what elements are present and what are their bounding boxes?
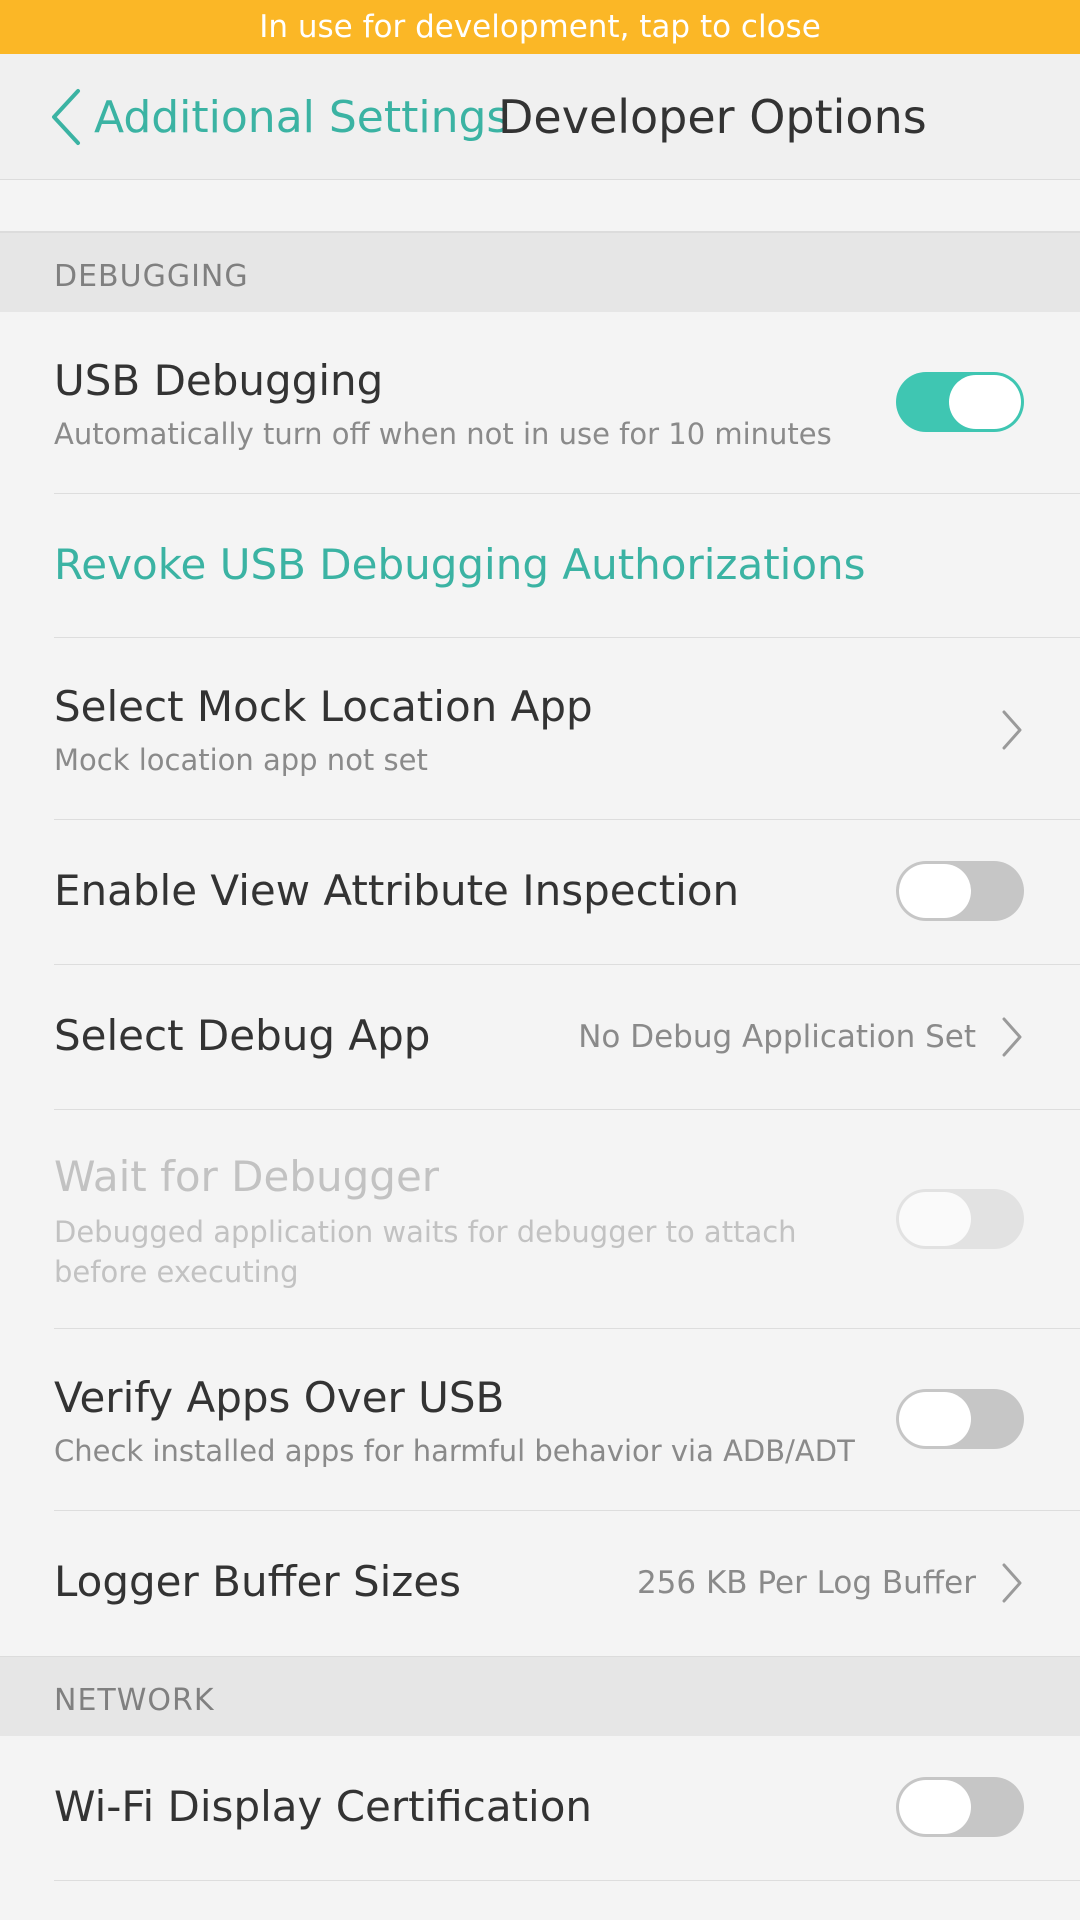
verify-apps-title: Verify Apps Over USB <box>54 1373 505 1422</box>
mock-location-title: Select Mock Location App <box>54 682 593 731</box>
chevron-left-icon <box>52 89 80 145</box>
section-header-debugging: DEBUGGING <box>0 232 1080 312</box>
chevron-right-icon <box>1002 1017 1022 1057</box>
wifi-display-title: Wi-Fi Display Certification <box>54 1782 593 1831</box>
wifi-display-toggle[interactable] <box>896 1777 1024 1837</box>
logger-buffer-value: 256 KB Per Log Buffer <box>636 1565 976 1601</box>
usb-debugging-toggle[interactable] <box>896 372 1024 432</box>
page-title: Developer Options <box>498 90 927 144</box>
back-button[interactable]: Additional Settings <box>48 84 509 150</box>
view-attribute-toggle[interactable] <box>896 861 1024 921</box>
row-enable-view-attribute-inspection[interactable]: Enable View Attribute Inspection <box>0 820 1080 965</box>
toggle-knob <box>949 375 1021 429</box>
verify-apps-subtitle: Check installed apps for harmful behavio… <box>54 1434 855 1468</box>
chevron-right-icon <box>1002 710 1022 750</box>
row-logger-buffer-sizes[interactable]: Logger Buffer Sizes 256 KB Per Log Buffe… <box>0 1511 1080 1656</box>
toggle-knob <box>899 864 971 918</box>
developer-options-screen: In use for development, tap to close Add… <box>0 0 1080 1920</box>
revoke-usb-authorizations-link[interactable]: Revoke USB Debugging Authorizations <box>54 540 866 589</box>
toggle-knob <box>899 1780 971 1834</box>
wait-for-debugger-subtitle-1: Debugged application waits for debugger … <box>54 1215 797 1249</box>
chevron-right-icon <box>1002 1563 1022 1603</box>
row-revoke-usb-authorizations[interactable]: Revoke USB Debugging Authorizations <box>0 494 1080 638</box>
section-header-network: NETWORK <box>0 1656 1080 1736</box>
view-attribute-title: Enable View Attribute Inspection <box>54 866 740 915</box>
row-verify-apps-over-usb[interactable]: Verify Apps Over USB Check installed app… <box>0 1329 1080 1511</box>
wait-for-debugger-toggle <box>896 1189 1024 1249</box>
debug-app-value: No Debug Application Set <box>578 1019 976 1055</box>
logger-buffer-title: Logger Buffer Sizes <box>54 1557 462 1606</box>
select-debug-app-title: Select Debug App <box>54 1011 431 1060</box>
row-usb-debugging[interactable]: USB Debugging Automatically turn off whe… <box>0 312 1080 494</box>
toggle-knob <box>899 1392 971 1446</box>
development-mode-banner[interactable]: In use for development, tap to close <box>0 0 1080 54</box>
back-label: Additional Settings <box>94 91 510 143</box>
toggle-knob <box>899 1192 971 1246</box>
row-select-debug-app[interactable]: Select Debug App No Debug Application Se… <box>0 965 1080 1110</box>
mock-location-subtitle: Mock location app not set <box>54 743 428 777</box>
row-wait-for-debugger: Wait for Debugger Debugged application w… <box>0 1110 1080 1329</box>
usb-debugging-subtitle: Automatically turn off when not in use f… <box>54 417 832 451</box>
wait-for-debugger-title: Wait for Debugger <box>54 1152 440 1201</box>
usb-debugging-title: USB Debugging <box>54 356 384 405</box>
header-bar: Additional Settings Developer Options <box>0 54 1080 180</box>
scrolled-off-row[interactable] <box>0 180 1080 232</box>
row-select-mock-location-app[interactable]: Select Mock Location App Mock location a… <box>0 638 1080 820</box>
row-wifi-display-certification[interactable]: Wi-Fi Display Certification <box>0 1736 1080 1881</box>
wait-for-debugger-subtitle-2: before executing <box>54 1255 299 1289</box>
verify-apps-toggle[interactable] <box>896 1389 1024 1449</box>
